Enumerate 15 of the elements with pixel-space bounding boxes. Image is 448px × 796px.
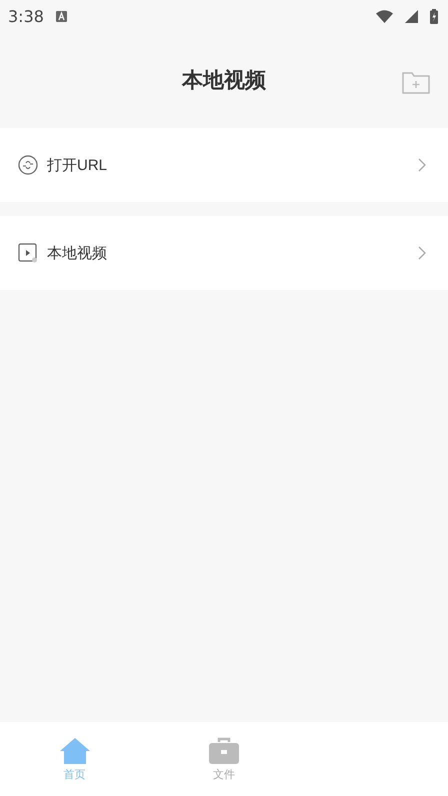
menu-row[interactable]: 打开URL: [0, 128, 448, 202]
link-icon: [18, 155, 38, 175]
status-time: 3:38: [8, 6, 44, 26]
menu-row[interactable]: 本地视频: [0, 216, 448, 290]
home-icon: [58, 736, 91, 764]
notification-icon: [56, 10, 67, 22]
signal-icon: [405, 10, 418, 22]
page-title: 本地视频: [182, 67, 266, 94]
wifi-icon: [376, 10, 393, 22]
chevron-right-icon: [418, 158, 426, 172]
toolbox-icon: [208, 736, 240, 764]
battery-icon: [430, 8, 438, 24]
add-folder-button[interactable]: [402, 70, 430, 94]
chevron-right-icon: [418, 246, 426, 260]
video-file-icon: [18, 243, 38, 263]
